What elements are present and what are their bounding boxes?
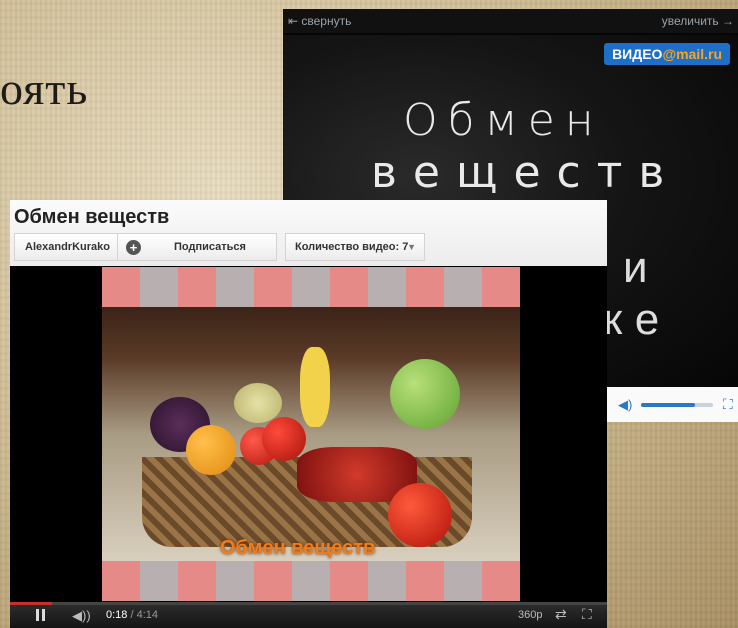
apple-green (390, 359, 460, 429)
fruit-basket-image: Обмен веществ (102, 307, 520, 561)
volume-icon[interactable]: ◀)) (72, 608, 91, 624)
melon (234, 383, 282, 423)
video-text-line-3: и (623, 243, 660, 292)
video-text-line-4: ке (603, 295, 672, 344)
banana (300, 347, 330, 427)
chevron-down-icon: ▼ (407, 242, 416, 252)
checker-border-top (102, 267, 520, 307)
subscribe-label: Подписаться (174, 241, 246, 253)
video-frame[interactable]: Обмен веществ (102, 267, 520, 601)
progress-fill (10, 602, 52, 605)
mail-top-bar: ⇤ свернуть увеличить → (283, 9, 738, 33)
collapse-link[interactable]: ⇤ свернуть (288, 14, 351, 28)
youtube-header: Обмен веществ AlexandrKurako + Подписать… (10, 200, 607, 266)
channel-button[interactable]: AlexandrKurako (14, 233, 118, 261)
time-display: 0:18 / 4:14 (106, 609, 159, 621)
video-title[interactable]: Обмен веществ (14, 206, 169, 229)
checker-border-bottom (102, 561, 520, 601)
watch-later-icon[interactable]: ⇄ (555, 606, 567, 623)
fullscreen-icon[interactable]: ⛶ (723, 396, 733, 413)
slide-title: оять (0, 63, 89, 114)
video-caption: Обмен веществ (220, 537, 376, 559)
player-controls: ◀)) 0:18 / 4:14 360p ⇄ ⛶ (10, 602, 607, 628)
video-count-dropdown[interactable]: Количество видео: 7 ▼ (285, 233, 425, 261)
apple-red-2 (262, 417, 306, 461)
video-text-line-2: веществ (371, 147, 681, 198)
volume-slider-fill (641, 403, 695, 407)
pause-icon[interactable] (36, 609, 45, 621)
mail-logo: ВИДЕО@mail.ru (604, 43, 730, 65)
fullscreen-icon[interactable]: ⛶ (582, 606, 592, 623)
volume-slider[interactable] (641, 403, 713, 407)
youtube-player[interactable]: Обмен веществ AlexandrKurako + Подписать… (10, 200, 607, 628)
progress-bar[interactable] (10, 602, 607, 605)
video-text-line-1: Обмен (403, 95, 604, 146)
orange (186, 425, 236, 475)
quality-button[interactable]: 360p (518, 609, 542, 621)
volume-icon[interactable]: ◀) (618, 397, 632, 413)
plus-icon: + (126, 240, 141, 255)
apple-front (388, 483, 452, 547)
subscribe-button[interactable]: + Подписаться (117, 233, 277, 261)
video-count-label: Количество видео: 7 (295, 241, 409, 253)
expand-link[interactable]: увеличить → (662, 14, 734, 28)
